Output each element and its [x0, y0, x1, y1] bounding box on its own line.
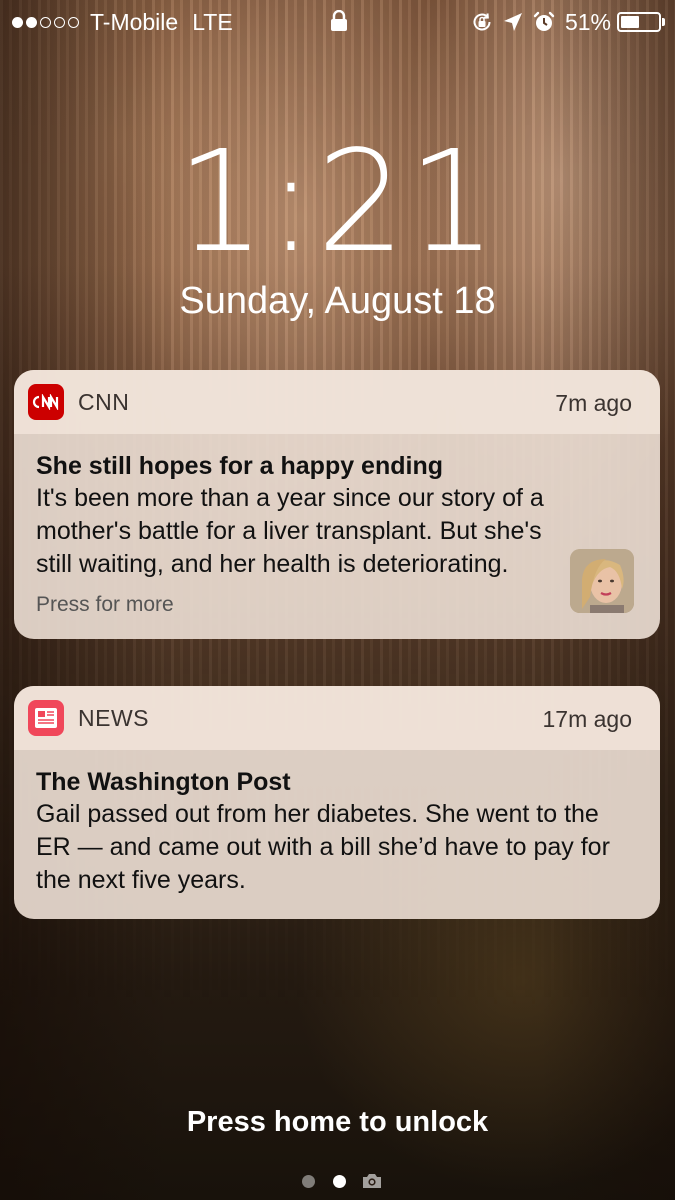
network-type: LTE: [192, 8, 233, 35]
cnn-logo-icon: [28, 384, 64, 420]
signal-strength-icon: [12, 16, 82, 28]
notification-header: NEWS 17m ago: [14, 686, 660, 750]
notification-thumbnail: [570, 549, 634, 613]
unlock-hint: Press home to unlock: [186, 1106, 489, 1138]
notification-title: The Washington Post: [36, 768, 291, 796]
notification-cnn[interactable]: CNN 7m ago She still hopes for a happy e…: [14, 370, 660, 639]
notification-time: 7m ago: [555, 390, 632, 416]
status-right: 51%: [471, 8, 665, 36]
lock-screen-date: Sunday, August 18: [179, 280, 496, 322]
status-left: T-Mobile LTE: [12, 8, 233, 36]
signal-dot: [26, 16, 37, 28]
notification-app-name: NEWS: [78, 704, 149, 731]
location-arrow-icon: [503, 12, 523, 32]
page-dot-current[interactable]: [332, 1174, 346, 1188]
page-dot[interactable]: [301, 1174, 315, 1188]
news-app-icon: [28, 700, 64, 736]
orientation-lock-icon: [471, 11, 493, 33]
battery-fill: [621, 16, 640, 28]
battery-icon: [617, 12, 661, 32]
lock-screen-time: 1:21: [176, 121, 499, 284]
notification-title: She still hopes for a happy ending: [36, 452, 443, 480]
notification-body: She still hopes for a happy ending It's …: [14, 434, 660, 639]
notification-news[interactable]: NEWS 17m ago The Washington Post Gail pa…: [14, 686, 660, 919]
notification-app-name: CNN: [78, 388, 130, 415]
notification-text: It's been more than a year since our sto…: [36, 484, 544, 578]
lock-icon: [330, 9, 348, 38]
signal-dot: [40, 16, 51, 28]
signal-dot: [12, 16, 23, 28]
status-bar: T-Mobile LTE 51%: [0, 0, 675, 44]
signal-dot: [68, 16, 79, 28]
notification-time: 17m ago: [542, 706, 632, 732]
press-for-more-hint: Press for more: [36, 593, 174, 616]
notification-header: CNN 7m ago: [14, 370, 660, 434]
signal-dot: [54, 16, 65, 28]
camera-icon[interactable]: [361, 1172, 383, 1190]
notification-body: The Washington Post Gail passed out from…: [14, 750, 660, 919]
carrier-name: T-Mobile: [90, 8, 179, 35]
notification-text: Gail passed out from her diabetes. She w…: [36, 800, 610, 894]
alarm-clock-icon: [533, 11, 555, 33]
page-indicator[interactable]: [0, 1172, 675, 1190]
battery-percent: 51%: [564, 8, 611, 35]
battery-tip: [662, 18, 665, 26]
